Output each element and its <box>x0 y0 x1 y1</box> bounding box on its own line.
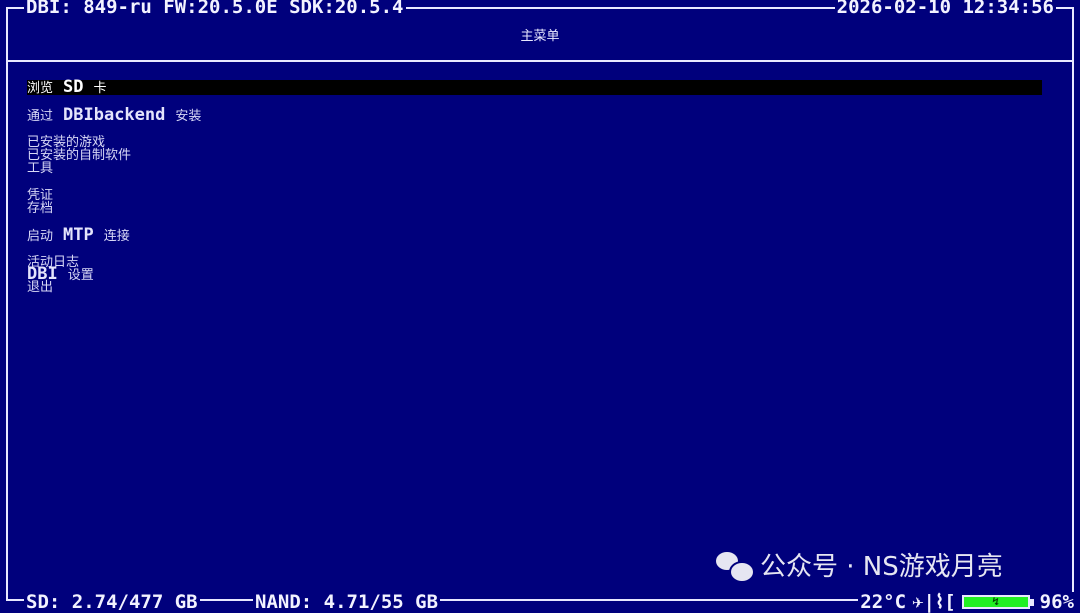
menu-item-label-bold: SD <box>63 77 84 97</box>
menu-item-label: 浏览 <box>27 81 54 96</box>
nand-usage: NAND: 4.71/55 GB <box>253 591 441 613</box>
menu-item-saves[interactable]: 存档 <box>27 202 1042 215</box>
version-info: DBI: 849-ru FW:20.5.0E SDK:20.5.4 <box>24 0 406 17</box>
main-menu: 浏览 SD 卡 通过 DBIbackend 安装 已安装的游戏 已安装的自制软件… <box>27 76 1042 294</box>
sd-usage: SD: 2.74/477 GB <box>24 591 200 613</box>
menu-item-label-bold: DBIbackend <box>63 105 166 125</box>
menu-item-label: 连接 <box>103 229 130 244</box>
battery-percent: 96% <box>1039 591 1074 613</box>
status-icons: ✈|⌇[ <box>912 591 956 613</box>
temperature: 22°C <box>860 591 907 613</box>
menu-item-label: 设置 <box>67 268 94 283</box>
menu-item-browse-sd[interactable]: 浏览 SD 卡 <box>27 77 1042 97</box>
menu-item-label: 存档 <box>27 201 54 216</box>
watermark-text: 公众号 · NS游戏月亮 <box>760 552 1003 582</box>
menu-item-label: 工具 <box>27 161 54 176</box>
datetime: 2026-02-10 12:34:56 <box>834 0 1056 17</box>
menu-item-label: 卡 <box>93 81 107 96</box>
menu-item-tickets[interactable]: 凭证 <box>27 189 1042 202</box>
menu-item-settings[interactable]: DBI 设置 <box>27 266 1042 283</box>
menu-item-installed-games[interactable]: 已安装的游戏 <box>27 136 1042 149</box>
menu-item-label: 退出 <box>27 280 54 295</box>
menu-item-label: 启动 <box>27 229 54 244</box>
status-area: 22°C ✈|⌇[ ↯ 96% <box>858 592 1076 612</box>
menu-item-installed-homebrew[interactable]: 已安装的自制软件 <box>27 149 1042 162</box>
header-separator <box>6 60 1074 62</box>
wechat-icon <box>716 550 755 583</box>
page-title: 主菜单 <box>520 29 560 44</box>
menu-item-label: 通过 <box>27 109 54 124</box>
watermark: 公众号 · NS游戏月亮 <box>716 546 1003 583</box>
battery-level: ↯ <box>961 595 1030 609</box>
battery-icon: ↯ <box>961 595 1034 609</box>
menu-item-label: 安装 <box>175 109 202 124</box>
menu-item-exit[interactable]: 退出 <box>27 281 1042 294</box>
menu-item-label-bold: MTP <box>63 225 94 245</box>
menu-item-tools[interactable]: 工具 <box>27 162 1042 175</box>
menu-item-install-backend[interactable]: 通过 DBIbackend 安装 <box>27 105 1042 125</box>
menu-item-mtp[interactable]: 启动 MTP 连接 <box>27 225 1042 245</box>
